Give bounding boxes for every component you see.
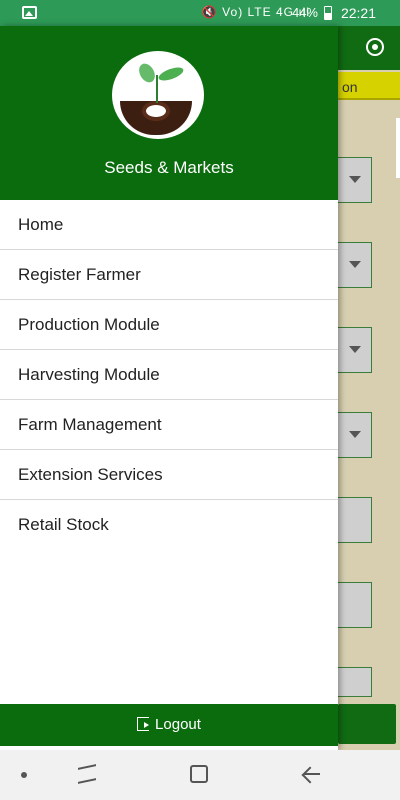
submit-button[interactable] [338, 704, 396, 744]
gallery-icon [22, 6, 37, 19]
nav-dot-icon[interactable] [21, 772, 27, 778]
drawer-menu: Home Register Farmer Production Module H… [0, 200, 338, 550]
logout-label: Logout [155, 716, 201, 733]
recent-apps-icon[interactable] [78, 764, 96, 784]
location-icon[interactable] [366, 38, 384, 56]
dropdown-arrow-icon [349, 261, 361, 268]
navigation-drawer: Seeds & Markets Home Register Farmer Pro… [0, 26, 338, 750]
back-icon[interactable] [300, 764, 320, 784]
banner-text: on [342, 79, 358, 95]
logout-button[interactable]: Logout [0, 704, 338, 746]
menu-item-retail-stock[interactable]: Retail Stock [0, 500, 338, 550]
menu-item-farm-management[interactable]: Farm Management [0, 400, 338, 450]
drawer-header: Seeds & Markets [0, 26, 338, 200]
seedling-logo-icon [112, 51, 204, 139]
battery-icon [324, 6, 332, 20]
menu-item-extension-services[interactable]: Extension Services [0, 450, 338, 500]
status-bar: 🔇 Vo) LTE 4G ıll 44% 22:21 [0, 0, 400, 26]
menu-item-production-module[interactable]: Production Module [0, 300, 338, 350]
dropdown-arrow-icon [349, 431, 361, 438]
logout-icon [137, 717, 150, 731]
brand-title: Seeds & Markets [104, 158, 234, 177]
system-navigation-bar [0, 750, 400, 800]
scrollbar[interactable] [396, 118, 400, 178]
battery-percent: 44% [291, 5, 318, 20]
home-icon[interactable] [190, 765, 208, 783]
menu-item-home[interactable]: Home [0, 200, 338, 250]
clock: 22:21 [340, 5, 376, 21]
banner: on [338, 72, 400, 100]
dropdown-arrow-icon [349, 346, 361, 353]
menu-item-register-farmer[interactable]: Register Farmer [0, 250, 338, 300]
menu-item-harvesting-module[interactable]: Harvesting Module [0, 350, 338, 400]
dropdown-arrow-icon [349, 176, 361, 183]
